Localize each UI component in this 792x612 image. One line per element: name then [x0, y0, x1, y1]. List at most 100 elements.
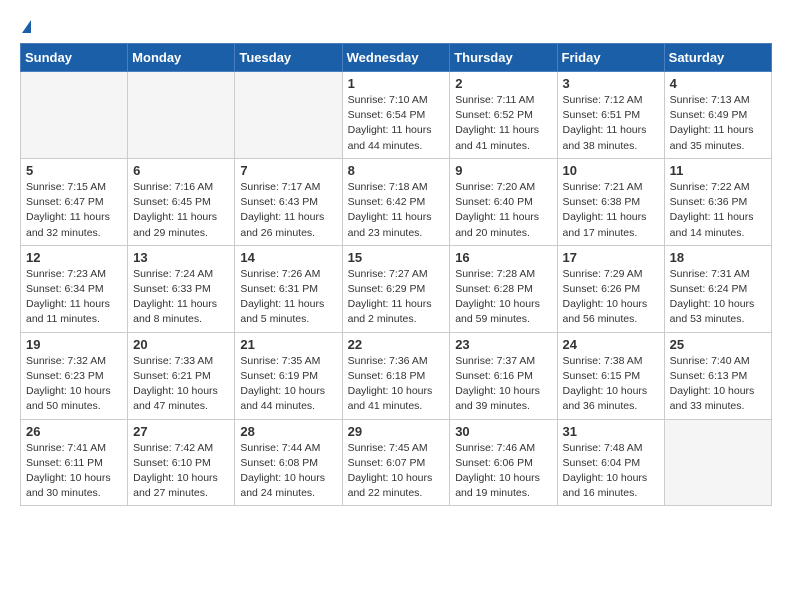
- header: [20, 20, 772, 33]
- day-number: 27: [133, 424, 229, 439]
- calendar-cell: 10 Sunrise: 7:21 AM Sunset: 6:38 PM Dayli…: [557, 158, 664, 245]
- day-info: Sunrise: 7:46 AM Sunset: 6:06 PM Dayligh…: [455, 441, 551, 502]
- calendar-cell: 21Sunrise: 7:35 AM Sunset: 6:19 PM Dayli…: [235, 332, 342, 419]
- day-info: Sunrise: 7:22 AM Sunset: 6:36 PM Dayligh…: [670, 180, 766, 241]
- day-info: Sunrise: 7:41 AM Sunset: 6:11 PM Dayligh…: [26, 441, 122, 502]
- calendar-cell: 12 Sunrise: 7:23 AM Sunset: 6:34 PM Dayli…: [21, 245, 128, 332]
- calendar-cell: [128, 72, 235, 159]
- calendar-cell: [664, 419, 771, 506]
- calendar-cell: 17 Sunrise: 7:29 AM Sunset: 6:26 PM Dayli…: [557, 245, 664, 332]
- day-number: 26: [26, 424, 122, 439]
- calendar-cell: 7 Sunrise: 7:17 AM Sunset: 6:43 PM Daylig…: [235, 158, 342, 245]
- calendar-cell: 26 Sunrise: 7:41 AM Sunset: 6:11 PM Dayli…: [21, 419, 128, 506]
- day-number: 31: [563, 424, 659, 439]
- day-info: Sunrise: 7:29 AM Sunset: 6:26 PM Dayligh…: [563, 267, 659, 328]
- day-number: 14: [240, 250, 336, 265]
- day-info: Sunrise: 7:17 AM Sunset: 6:43 PM Dayligh…: [240, 180, 336, 241]
- day-number: 10: [563, 163, 659, 178]
- day-info: Sunrise: 7:48 AM Sunset: 6:04 PM Dayligh…: [563, 441, 659, 502]
- day-number: 13: [133, 250, 229, 265]
- calendar-table: SundayMondayTuesdayWednesdayThursdayFrid…: [20, 43, 772, 506]
- day-info: Sunrise: 7:18 AM Sunset: 6:42 PM Dayligh…: [348, 180, 445, 241]
- day-number: 23: [455, 337, 551, 352]
- calendar-cell: 1 Sunrise: 7:10 AM Sunset: 6:54 PM Daylig…: [342, 72, 450, 159]
- calendar-cell: 5Sunrise: 7:15 AM Sunset: 6:47 PM Daylig…: [21, 158, 128, 245]
- day-number: 16: [455, 250, 551, 265]
- calendar-cell: 13 Sunrise: 7:24 AM Sunset: 6:33 PM Dayli…: [128, 245, 235, 332]
- calendar-cell: 4 Sunrise: 7:13 AM Sunset: 6:49 PM Daylig…: [664, 72, 771, 159]
- week-row-4: 19 Sunrise: 7:32 AM Sunset: 6:23 PM Dayli…: [21, 332, 772, 419]
- week-row-1: 1 Sunrise: 7:10 AM Sunset: 6:54 PM Daylig…: [21, 72, 772, 159]
- day-info: Sunrise: 7:31 AM Sunset: 6:24 PM Dayligh…: [670, 267, 766, 328]
- day-info: Sunrise: 7:24 AM Sunset: 6:33 PM Dayligh…: [133, 267, 229, 328]
- day-number: 24: [563, 337, 659, 352]
- calendar-header-row: SundayMondayTuesdayWednesdayThursdayFrid…: [21, 44, 772, 72]
- calendar-cell: [21, 72, 128, 159]
- day-number: 4: [670, 76, 766, 91]
- day-header-wednesday: Wednesday: [342, 44, 450, 72]
- day-info: Sunrise: 7:10 AM Sunset: 6:54 PM Dayligh…: [348, 93, 445, 154]
- day-info: Sunrise: 7:16 AM Sunset: 6:45 PM Dayligh…: [133, 180, 229, 241]
- day-info: Sunrise: 7:44 AM Sunset: 6:08 PM Dayligh…: [240, 441, 336, 502]
- day-info: Sunrise: 7:11 AM Sunset: 6:52 PM Dayligh…: [455, 93, 551, 154]
- day-number: 30: [455, 424, 551, 439]
- calendar-cell: 14 Sunrise: 7:26 AM Sunset: 6:31 PM Dayli…: [235, 245, 342, 332]
- day-header-thursday: Thursday: [450, 44, 557, 72]
- calendar-cell: 20 Sunrise: 7:33 AM Sunset: 6:21 PM Dayli…: [128, 332, 235, 419]
- day-number: 17: [563, 250, 659, 265]
- calendar-cell: 23 Sunrise: 7:37 AM Sunset: 6:16 PM Dayli…: [450, 332, 557, 419]
- logo: [20, 20, 31, 33]
- calendar-cell: [235, 72, 342, 159]
- day-header-tuesday: Tuesday: [235, 44, 342, 72]
- day-info: Sunrise: 7:37 AM Sunset: 6:16 PM Dayligh…: [455, 354, 551, 415]
- calendar-cell: 22Sunrise: 7:36 AM Sunset: 6:18 PM Dayli…: [342, 332, 450, 419]
- day-info: Sunrise: 7:28 AM Sunset: 6:28 PM Dayligh…: [455, 267, 551, 328]
- calendar-cell: 15 Sunrise: 7:27 AM Sunset: 6:29 PM Dayli…: [342, 245, 450, 332]
- day-number: 19: [26, 337, 122, 352]
- day-info: Sunrise: 7:32 AM Sunset: 6:23 PM Dayligh…: [26, 354, 122, 415]
- calendar-cell: 8 Sunrise: 7:18 AM Sunset: 6:42 PM Daylig…: [342, 158, 450, 245]
- day-info: Sunrise: 7:33 AM Sunset: 6:21 PM Dayligh…: [133, 354, 229, 415]
- day-header-friday: Friday: [557, 44, 664, 72]
- day-info: Sunrise: 7:13 AM Sunset: 6:49 PM Dayligh…: [670, 93, 766, 154]
- day-number: 5: [26, 163, 122, 178]
- week-row-2: 5Sunrise: 7:15 AM Sunset: 6:47 PM Daylig…: [21, 158, 772, 245]
- calendar-cell: 29Sunrise: 7:45 AM Sunset: 6:07 PM Dayli…: [342, 419, 450, 506]
- day-number: 9: [455, 163, 551, 178]
- day-info: Sunrise: 7:12 AM Sunset: 6:51 PM Dayligh…: [563, 93, 659, 154]
- day-info: Sunrise: 7:26 AM Sunset: 6:31 PM Dayligh…: [240, 267, 336, 328]
- day-number: 20: [133, 337, 229, 352]
- day-header-monday: Monday: [128, 44, 235, 72]
- day-number: 3: [563, 76, 659, 91]
- day-info: Sunrise: 7:36 AM Sunset: 6:18 PM Dayligh…: [348, 354, 445, 415]
- day-number: 25: [670, 337, 766, 352]
- day-number: 28: [240, 424, 336, 439]
- day-number: 12: [26, 250, 122, 265]
- day-info: Sunrise: 7:20 AM Sunset: 6:40 PM Dayligh…: [455, 180, 551, 241]
- calendar-cell: 11Sunrise: 7:22 AM Sunset: 6:36 PM Dayli…: [664, 158, 771, 245]
- calendar-cell: 27Sunrise: 7:42 AM Sunset: 6:10 PM Dayli…: [128, 419, 235, 506]
- day-number: 18: [670, 250, 766, 265]
- day-header-saturday: Saturday: [664, 44, 771, 72]
- day-number: 8: [348, 163, 445, 178]
- day-header-sunday: Sunday: [21, 44, 128, 72]
- calendar-cell: 16 Sunrise: 7:28 AM Sunset: 6:28 PM Dayli…: [450, 245, 557, 332]
- calendar-cell: 6Sunrise: 7:16 AM Sunset: 6:45 PM Daylig…: [128, 158, 235, 245]
- day-info: Sunrise: 7:27 AM Sunset: 6:29 PM Dayligh…: [348, 267, 445, 328]
- day-info: Sunrise: 7:21 AM Sunset: 6:38 PM Dayligh…: [563, 180, 659, 241]
- day-number: 1: [348, 76, 445, 91]
- calendar-cell: 30 Sunrise: 7:46 AM Sunset: 6:06 PM Dayli…: [450, 419, 557, 506]
- calendar-cell: 25Sunrise: 7:40 AM Sunset: 6:13 PM Dayli…: [664, 332, 771, 419]
- day-number: 15: [348, 250, 445, 265]
- calendar-cell: 19 Sunrise: 7:32 AM Sunset: 6:23 PM Dayli…: [21, 332, 128, 419]
- calendar-cell: 31 Sunrise: 7:48 AM Sunset: 6:04 PM Dayli…: [557, 419, 664, 506]
- day-number: 2: [455, 76, 551, 91]
- calendar-cell: 28 Sunrise: 7:44 AM Sunset: 6:08 PM Dayli…: [235, 419, 342, 506]
- day-number: 7: [240, 163, 336, 178]
- day-number: 21: [240, 337, 336, 352]
- week-row-5: 26 Sunrise: 7:41 AM Sunset: 6:11 PM Dayli…: [21, 419, 772, 506]
- day-info: Sunrise: 7:23 AM Sunset: 6:34 PM Dayligh…: [26, 267, 122, 328]
- week-row-3: 12 Sunrise: 7:23 AM Sunset: 6:34 PM Dayli…: [21, 245, 772, 332]
- day-number: 29: [348, 424, 445, 439]
- calendar-cell: 9 Sunrise: 7:20 AM Sunset: 6:40 PM Daylig…: [450, 158, 557, 245]
